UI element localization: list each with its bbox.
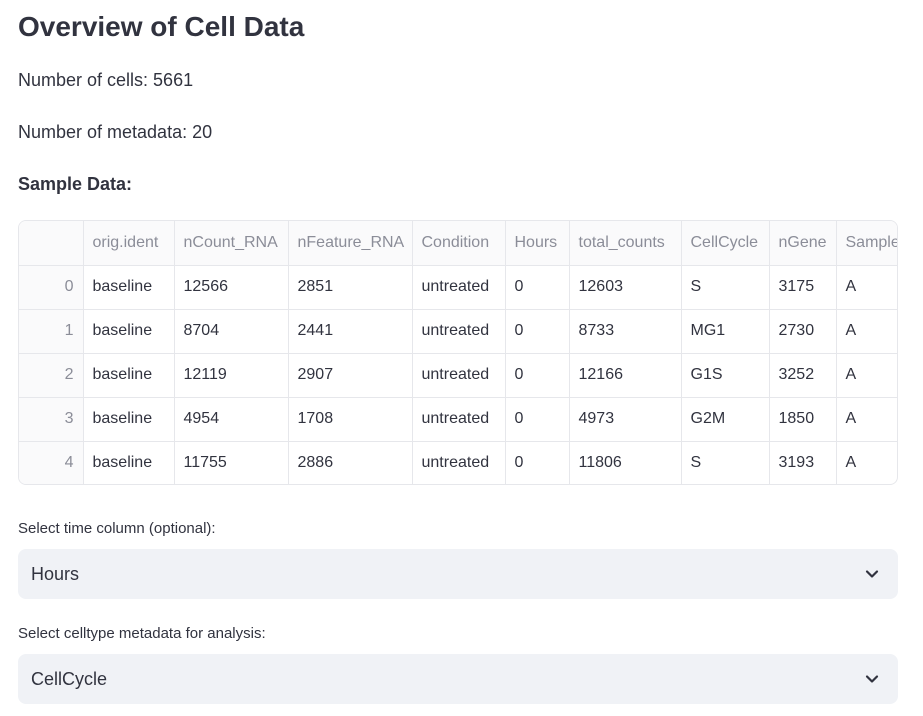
table-cell[interactable]: A — [836, 397, 897, 442]
column-header-ncount-rna[interactable]: nCount_RNA — [174, 221, 289, 266]
cell-count-text: Number of cells: 5661 — [18, 70, 194, 90]
row-index: 4 — [19, 441, 84, 484]
table-cell[interactable]: 8733 — [569, 309, 682, 354]
table-cell[interactable]: baseline — [83, 441, 175, 484]
table-cell[interactable]: untreated — [412, 441, 506, 484]
table-cell[interactable]: 12566 — [174, 265, 289, 310]
column-header-total-counts[interactable]: total_counts — [569, 221, 682, 266]
table-cell[interactable]: G1S — [681, 353, 770, 398]
table-cell[interactable]: 2441 — [288, 309, 413, 354]
column-header-nfeature-rna[interactable]: nFeature_RNA — [288, 221, 413, 266]
celltype-metadata-label: Select celltype metadata for analysis: — [18, 625, 266, 642]
metadata-count-text: Number of metadata: 20 — [18, 122, 213, 142]
table-cell[interactable]: baseline — [83, 353, 175, 398]
table-cell[interactable]: A — [836, 441, 897, 484]
sample-data-table[interactable]: orig.ident nCount_RNA nFeature_RNA Condi… — [18, 220, 898, 485]
table-cell[interactable]: 0 — [505, 265, 570, 310]
column-header-sample[interactable]: Sample — [836, 221, 897, 266]
page-title: Overview of Cell Data — [18, 11, 305, 42]
table-cell[interactable]: S — [681, 265, 770, 310]
table-cell[interactable]: 0 — [505, 441, 570, 484]
row-index: 2 — [19, 353, 84, 398]
table-row: 4 baseline 11755 2886 untreated 0 11806 … — [19, 441, 897, 484]
table-cell[interactable]: 2886 — [288, 441, 413, 484]
column-header-cellcycle[interactable]: CellCycle — [681, 221, 770, 266]
table-cell[interactable]: 2907 — [288, 353, 413, 398]
table-cell[interactable]: 4954 — [174, 397, 289, 442]
table-cell[interactable]: A — [836, 353, 897, 398]
table-cell[interactable]: untreated — [412, 397, 506, 442]
table-cell[interactable]: 3193 — [769, 441, 837, 484]
table-cell[interactable]: baseline — [83, 265, 175, 310]
table-cell[interactable]: 12166 — [569, 353, 682, 398]
table-cell[interactable]: 4973 — [569, 397, 682, 442]
table-cell[interactable]: MG1 — [681, 309, 770, 354]
table-row: 0 baseline 12566 2851 untreated 0 12603 … — [19, 265, 897, 310]
time-column-select[interactable]: Hours — [18, 549, 898, 599]
table-row: 3 baseline 4954 1708 untreated 0 4973 G2… — [19, 397, 897, 442]
column-header-ngene[interactable]: nGene — [769, 221, 837, 266]
table-row: 1 baseline 8704 2441 untreated 0 8733 MG… — [19, 309, 897, 354]
table-cell[interactable]: untreated — [412, 265, 506, 310]
table-cell[interactable]: 1850 — [769, 397, 837, 442]
celltype-selected-value: CellCycle — [31, 669, 108, 689]
row-index: 0 — [19, 265, 84, 310]
chevron-down-icon[interactable] — [864, 671, 880, 687]
time-column-label: Select time column (optional): — [18, 520, 216, 537]
chevron-down-icon[interactable] — [864, 566, 880, 582]
time-column-selected-value: Hours — [31, 564, 80, 584]
table-cell[interactable]: untreated — [412, 353, 506, 398]
table-cell[interactable]: 0 — [505, 353, 570, 398]
table-cell[interactable]: A — [836, 265, 897, 310]
column-header-index[interactable] — [19, 221, 84, 266]
page: Overview of Cell Data Number of cells: 5… — [0, 0, 923, 716]
table-cell[interactable]: untreated — [412, 309, 506, 354]
table-cell[interactable]: 2851 — [288, 265, 413, 310]
column-header-orig-ident[interactable]: orig.ident — [83, 221, 175, 266]
table-cell[interactable]: 12119 — [174, 353, 289, 398]
table-cell[interactable]: 0 — [505, 397, 570, 442]
table-cell[interactable]: 12603 — [569, 265, 682, 310]
column-header-hours[interactable]: Hours — [505, 221, 570, 266]
table-cell[interactable]: 1708 — [288, 397, 413, 442]
table-cell[interactable]: 3175 — [769, 265, 837, 310]
table-cell[interactable]: 2730 — [769, 309, 837, 354]
table-cell[interactable]: 3252 — [769, 353, 837, 398]
table-cell[interactable]: A — [836, 309, 897, 354]
sample-data-heading: Sample Data: — [18, 174, 133, 194]
column-header-condition[interactable]: Condition — [412, 221, 506, 266]
table-cell[interactable]: 8704 — [174, 309, 289, 354]
table-cell[interactable]: S — [681, 441, 770, 484]
celltype-metadata-select[interactable]: CellCycle — [18, 654, 898, 704]
table-cell[interactable]: 11806 — [569, 441, 682, 484]
table-header-row: orig.ident nCount_RNA nFeature_RNA Condi… — [19, 221, 897, 266]
data-grid: orig.ident nCount_RNA nFeature_RNA Condi… — [19, 221, 897, 484]
row-index: 1 — [19, 309, 84, 354]
table-cell[interactable]: 11755 — [174, 441, 289, 484]
table-row: 2 baseline 12119 2907 untreated 0 12166 … — [19, 353, 897, 398]
table-cell[interactable]: baseline — [83, 397, 175, 442]
table-cell[interactable]: G2M — [681, 397, 770, 442]
table-cell[interactable]: 0 — [505, 309, 570, 354]
row-index: 3 — [19, 397, 84, 442]
table-cell[interactable]: baseline — [83, 309, 175, 354]
